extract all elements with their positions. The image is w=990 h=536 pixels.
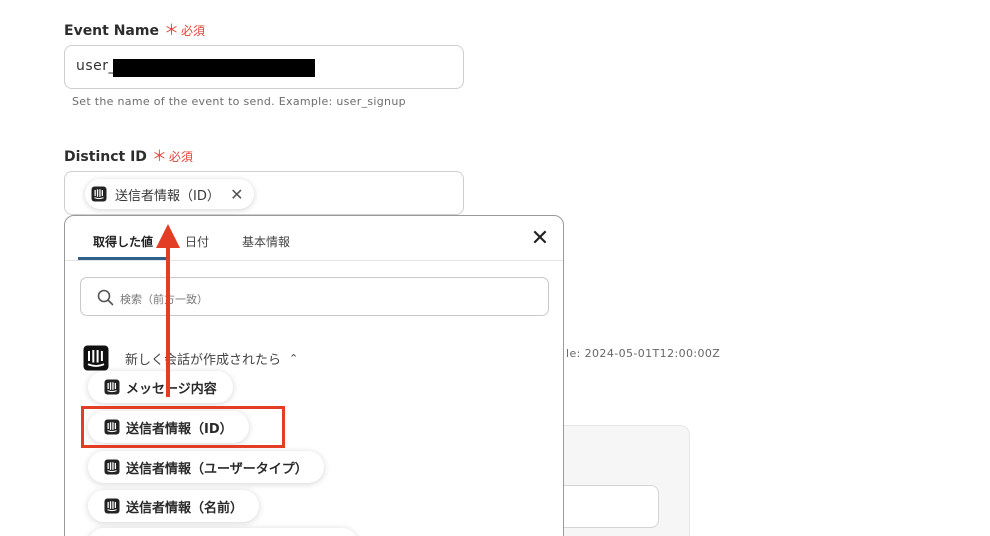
background-input[interactable] [550, 485, 659, 528]
event-name-label: Event Name ＊必須 [64, 19, 205, 40]
option-item-sender-name[interactable]: 送信者情報（名前） [88, 490, 260, 522]
event-name-hint: Set the name of the event to send. Examp… [72, 95, 406, 108]
intercom-icon [104, 459, 120, 475]
event-name-value: user_ [76, 58, 117, 74]
tab-date[interactable]: 日付 [185, 233, 209, 250]
option-item-message-content[interactable]: メッセージ内容 [88, 371, 233, 403]
tab-basic-info[interactable]: 基本情報 [242, 233, 290, 250]
event-name-input[interactable]: user_ [64, 45, 464, 89]
highlight-box [81, 406, 285, 448]
option-label: 送信者情報（ユーザータイプ） [126, 461, 308, 477]
redaction-bar [113, 59, 315, 77]
chip-label: 送信者情報（ID） [115, 188, 220, 204]
search-placeholder: 検索（前方一致） [120, 293, 208, 306]
intercom-icon [104, 498, 120, 514]
distinct-id-label-text: Distinct ID [64, 149, 147, 165]
required-text: 必須 [180, 24, 205, 38]
distinct-id-input[interactable]: 送信者情報（ID） ✕ [64, 171, 464, 215]
distinct-id-label: Distinct ID ＊必須 [64, 145, 193, 166]
close-icon[interactable]: ✕ [228, 185, 246, 204]
option-label: メッセージ内容 [126, 381, 217, 397]
required-star: ＊ [151, 147, 167, 165]
event-name-label-text: Event Name [64, 23, 159, 39]
search-icon [97, 289, 114, 306]
option-item-sender-user-type[interactable]: 送信者情報（ユーザータイプ） [88, 451, 324, 483]
required-text: 必須 [168, 150, 193, 164]
required-marker: ＊必須 [163, 21, 205, 39]
tab-acquired-values[interactable]: 取得した値 [93, 233, 153, 250]
required-marker: ＊必須 [151, 147, 193, 165]
chevron-up-icon: ⌃ [289, 351, 299, 365]
picker-tabs: 取得した値 日付 基本情報 ✕ [65, 216, 563, 261]
annotation-arrow-head [156, 224, 180, 248]
intercom-icon [104, 379, 120, 395]
active-tab-indicator [78, 257, 168, 260]
background-example-text: le: 2024-05-01T12:00:00Z [566, 347, 721, 360]
trigger-group-header[interactable]: 新しく会話が作成されたら ⌃ [83, 344, 298, 372]
intercom-logo-icon [83, 345, 109, 371]
annotation-arrow-shaft [166, 245, 170, 397]
required-star: ＊ [163, 21, 179, 39]
option-label: 送信者情報（名前） [126, 500, 244, 516]
intercom-icon [91, 186, 107, 202]
close-icon[interactable]: ✕ [527, 226, 553, 252]
search-input[interactable]: 検索（前方一致） [80, 277, 549, 316]
selected-value-chip[interactable]: 送信者情報（ID） ✕ [85, 179, 254, 209]
option-item-partial[interactable] [88, 528, 358, 536]
trigger-label: 新しく会話が作成されたら [125, 352, 282, 368]
